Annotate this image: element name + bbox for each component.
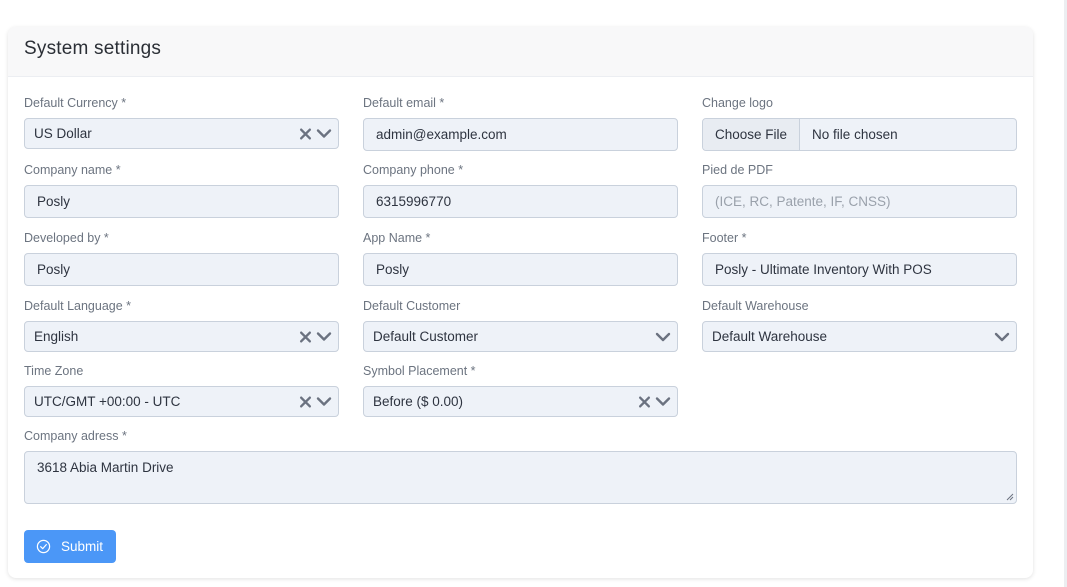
company-address-textarea[interactable]: 3618 Abia Martin Drive: [24, 451, 1017, 504]
change-logo-label: Change logo: [702, 96, 773, 110]
app-name-value: Posly: [376, 262, 410, 277]
company-address-label: Company adress *: [24, 429, 127, 443]
default-currency-label: Default Currency *: [24, 96, 127, 110]
footer-input[interactable]: Posly - Ultimate Inventory With POS: [702, 253, 1017, 286]
chevron-down-icon[interactable]: [316, 331, 332, 343]
chevron-down-icon[interactable]: [655, 396, 671, 408]
symbol-placement-label: Symbol Placement *: [363, 364, 476, 378]
default-customer-value: Default Customer: [373, 329, 479, 344]
default-warehouse-value: Default Warehouse: [712, 329, 828, 344]
pied-pdf-label: Pied de PDF: [702, 163, 773, 177]
card-header: [8, 27, 1033, 77]
chevron-down-icon[interactable]: [316, 396, 332, 408]
company-name-input[interactable]: Posly: [24, 185, 339, 218]
choose-file-button[interactable]: Choose File: [703, 119, 801, 150]
time-zone-label: Time Zone: [24, 364, 84, 378]
default-customer-select[interactable]: Default Customer: [363, 321, 678, 352]
file-status-text: No file chosen: [812, 127, 898, 142]
submit-button[interactable]: Submit: [24, 530, 116, 563]
time-zone-value: UTC/GMT +00:00 - UTC: [34, 394, 181, 409]
default-language-value: English: [34, 329, 79, 344]
default-email-label: Default email *: [363, 96, 445, 110]
change-logo-file-input[interactable]: Choose File No file chosen: [702, 118, 1017, 151]
clear-x-icon[interactable]: [638, 395, 651, 408]
time-zone-select[interactable]: UTC/GMT +00:00 - UTC: [24, 386, 339, 417]
company-phone-label: Company phone *: [363, 163, 464, 177]
developed-by-input[interactable]: Posly: [24, 253, 339, 286]
pied-pdf-input[interactable]: (ICE, RC, Patente, IF, CNSS): [702, 185, 1017, 218]
clear-x-icon[interactable]: [299, 330, 312, 343]
app-name-input[interactable]: Posly: [363, 253, 678, 286]
default-currency-select[interactable]: US Dollar: [24, 118, 339, 149]
default-warehouse-select[interactable]: Default Warehouse: [702, 321, 1017, 352]
system-settings-card: System settings Default Currency * US Do…: [8, 27, 1033, 578]
developed-by-label: Developed by *: [24, 231, 109, 245]
footer-value: Posly - Ultimate Inventory With POS: [715, 262, 932, 277]
company-address-value: 3618 Abia Martin Drive: [37, 460, 174, 475]
default-email-value: admin@example.com: [376, 127, 507, 142]
chevron-down-icon[interactable]: [994, 331, 1010, 343]
default-currency-value: US Dollar: [34, 126, 92, 141]
chevron-down-icon[interactable]: [655, 331, 671, 343]
default-email-input[interactable]: admin@example.com: [363, 118, 678, 151]
app-name-label: App Name *: [363, 231, 431, 245]
default-language-select[interactable]: English: [24, 321, 339, 352]
default-customer-label: Default Customer: [363, 299, 461, 313]
default-language-label: Default Language *: [24, 299, 132, 313]
default-warehouse-label: Default Warehouse: [702, 299, 809, 313]
symbol-placement-value: Before ($ 0.00): [373, 394, 464, 409]
company-phone-value: 6315996770: [376, 194, 452, 209]
check-circle-icon: [36, 539, 51, 554]
page-title: System settings: [24, 38, 162, 59]
symbol-placement-select[interactable]: Before ($ 0.00): [363, 386, 678, 417]
resize-handle-icon[interactable]: [1006, 493, 1014, 501]
footer-label: Footer *: [702, 231, 747, 245]
company-name-label: Company name *: [24, 163, 121, 177]
pied-pdf-placeholder: (ICE, RC, Patente, IF, CNSS): [715, 194, 891, 209]
clear-x-icon[interactable]: [299, 395, 312, 408]
submit-label: Submit: [61, 539, 104, 554]
chevron-down-icon[interactable]: [316, 128, 332, 140]
company-name-value: Posly: [37, 194, 71, 209]
company-phone-input[interactable]: 6315996770: [363, 185, 678, 218]
developed-by-value: Posly: [37, 262, 71, 277]
clear-x-icon[interactable]: [299, 127, 312, 140]
